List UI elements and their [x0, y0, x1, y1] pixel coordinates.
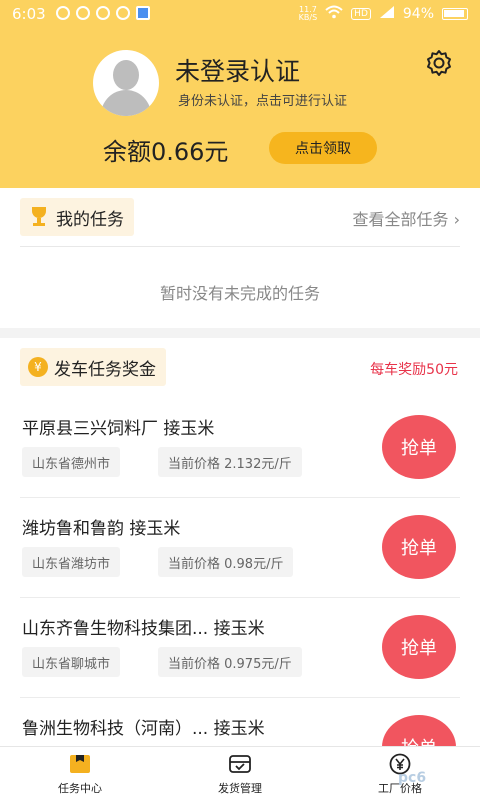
task-price: 当前价格 2.132元/斤	[158, 447, 302, 477]
task-center-icon	[70, 755, 90, 773]
view-all-tasks-link[interactable]: 查看全部任务 ›	[353, 206, 461, 230]
empty-tasks-message: 暂时没有未完成的任务	[159, 284, 320, 303]
section-separator	[0, 328, 480, 338]
divider	[20, 246, 460, 247]
task-title: 鲁洲生物科技（河南）... 接玉米	[22, 719, 265, 739]
task-price: 当前价格 0.98元/斤	[158, 547, 294, 577]
status-icons-right: 11.7 KB/S HD 94%	[299, 5, 468, 23]
avatar-body-shape	[101, 90, 151, 116]
dispatch-reward-header: ¥ 发车任务奖金	[20, 348, 166, 386]
dispatch-reward-label: 发车任务奖金	[54, 359, 156, 380]
alarm-icon	[56, 6, 70, 20]
status-time: 6:03	[12, 5, 46, 23]
avatar[interactable]	[93, 50, 159, 116]
grab-order-button[interactable]: 抢单	[382, 615, 456, 679]
grab-order-button[interactable]: 抢单	[382, 415, 456, 479]
nav-shipping-management[interactable]: 发货管理	[160, 747, 320, 801]
battery-icon	[442, 8, 468, 20]
hd-badge: HD	[351, 8, 371, 20]
task-title: 平原县三兴饲料厂 接玉米	[22, 419, 215, 439]
grab-order-button[interactable]: 抢单	[382, 515, 456, 579]
reward-per-truck: 每车奖励50元	[370, 362, 458, 378]
app-notification-icon	[136, 6, 150, 20]
nav-label: 发货管理	[218, 782, 262, 795]
sync-icon	[76, 6, 90, 20]
my-tasks-header: 我的任务	[20, 198, 134, 236]
task-location: 山东省聊城市	[22, 647, 121, 677]
my-tasks-label: 我的任务	[56, 209, 124, 230]
trophy-icon	[28, 207, 50, 227]
avatar-head-shape	[113, 60, 139, 90]
status-icons-left	[56, 6, 150, 20]
nav-task-center[interactable]: 任务中心	[0, 747, 160, 801]
location-icon	[96, 6, 110, 20]
watermark: pc6	[398, 770, 427, 786]
status-bar: 6:03 11.7 KB/S HD 94%	[0, 0, 480, 30]
bluetooth-icon	[116, 6, 130, 20]
task-row[interactable]: 山东齐鲁生物科技集团... 接玉米 山东省聊城市 当前价格 0.975元/斤 抢…	[0, 598, 480, 698]
task-row[interactable]: 平原县三兴饲料厂 接玉米 山东省德州市 当前价格 2.132元/斤 抢单	[0, 398, 480, 498]
task-location: 山东省潍坊市	[22, 547, 121, 577]
claim-button[interactable]: 点击领取	[269, 132, 377, 164]
balance-amount: 余额0.66元	[103, 138, 229, 166]
task-title: 山东齐鲁生物科技集团... 接玉米	[22, 619, 265, 639]
verification-subtitle[interactable]: 身份未认证，点击可进行认证	[178, 90, 347, 109]
profile-header: 未登录认证 身份未认证，点击可进行认证 余额0.66元 点击领取	[0, 30, 480, 188]
nav-label: 任务中心	[58, 782, 102, 795]
coin-icon: ¥	[28, 357, 48, 377]
task-price: 当前价格 0.975元/斤	[158, 647, 302, 677]
shipping-icon	[229, 755, 251, 773]
verification-title[interactable]: 未登录认证	[175, 52, 300, 88]
network-speed: 11.7 KB/S	[298, 5, 318, 22]
battery-percent: 94%	[402, 6, 434, 22]
gear-icon[interactable]	[424, 48, 454, 78]
signal-icon	[379, 5, 395, 23]
task-location: 山东省德州市	[22, 447, 121, 477]
task-row[interactable]: 潍坊鲁和鲁韵 接玉米 山东省潍坊市 当前价格 0.98元/斤 抢单	[0, 498, 480, 598]
task-title: 潍坊鲁和鲁韵 接玉米	[22, 519, 181, 539]
wifi-icon	[325, 5, 343, 23]
